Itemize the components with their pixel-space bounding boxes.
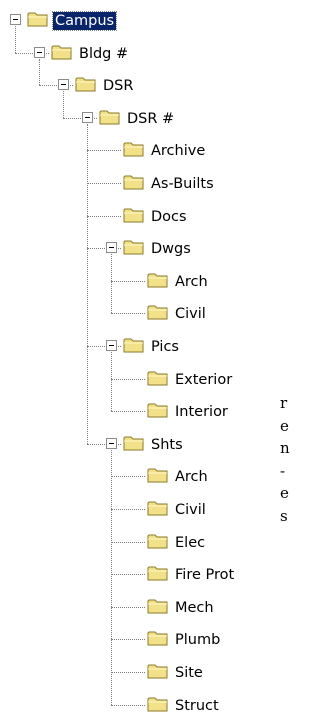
collapse-icon[interactable] bbox=[10, 14, 21, 25]
tree-node-dsr[interactable]: DSR bbox=[58, 72, 178, 100]
tree-node-campus[interactable]: Campus bbox=[10, 7, 130, 35]
tree-node-label: Pics bbox=[151, 339, 179, 355]
tree-node-label: Arch bbox=[175, 469, 208, 486]
collapse-icon[interactable] bbox=[34, 46, 45, 58]
tree-node-plumb[interactable]: Plumb bbox=[130, 626, 250, 654]
tree-node-fire-prot[interactable]: Fire Prot bbox=[130, 561, 250, 589]
tree-node-label: Fire Prot bbox=[175, 567, 235, 584]
tree-node-dsr[interactable]: DSR # bbox=[82, 105, 202, 133]
tree-node-mech[interactable]: Mech bbox=[130, 594, 250, 622]
cropped-side-text: ren-es bbox=[280, 392, 292, 527]
tree-node-elec[interactable]: Elec bbox=[130, 529, 250, 557]
tree-node-label: Site bbox=[175, 665, 203, 681]
side-text-fragment: s bbox=[280, 506, 288, 525]
tree-node-arch[interactable]: Arch bbox=[130, 268, 250, 296]
tree-node-label: Bldg # bbox=[79, 45, 129, 62]
side-text-fragment: n bbox=[280, 439, 290, 457]
collapse-icon[interactable] bbox=[82, 111, 93, 123]
tree-node-label: Arch bbox=[175, 273, 208, 290]
tree-node-label: Docs bbox=[151, 208, 187, 225]
side-text-fragment: e bbox=[280, 484, 289, 502]
tree-node-label: As-Builts bbox=[151, 176, 214, 192]
tree-connector-line bbox=[87, 123, 88, 444]
tree-node-label: Exterior bbox=[175, 371, 233, 388]
folder-tree: Campus Bldg # DSR DSR # Archive As-Builts Docs… bbox=[0, 0, 292, 715]
tree-node-label: Civil bbox=[175, 502, 206, 518]
tree-node-civil[interactable]: Civil bbox=[130, 300, 250, 328]
tree-node-as-builts[interactable]: As-Builts bbox=[106, 170, 226, 198]
tree-node-label: Campus bbox=[51, 11, 118, 31]
tree-node-label: Dwgs bbox=[151, 241, 191, 258]
tree-node-arch[interactable]: Arch bbox=[130, 463, 250, 491]
tree-node-label: DSR # bbox=[127, 110, 175, 127]
tree-node-label: Civil bbox=[175, 306, 206, 323]
tree-node-docs[interactable]: Docs bbox=[106, 203, 226, 231]
tree-node-site[interactable]: Site bbox=[130, 659, 250, 687]
tree-node-label: Shts bbox=[151, 436, 183, 453]
side-text-fragment: e bbox=[280, 416, 289, 435]
tree-node-struct[interactable]: Struct bbox=[130, 692, 250, 720]
tree-node-label: Archive bbox=[151, 143, 206, 160]
tree-node-pics[interactable]: Pics bbox=[106, 333, 226, 361]
tree-node-exterior[interactable]: Exterior bbox=[130, 366, 250, 394]
side-text-fragment: r bbox=[280, 394, 288, 412]
side-text-fragment: - bbox=[280, 461, 286, 480]
collapse-icon[interactable] bbox=[106, 437, 117, 449]
tree-node-archive[interactable]: Archive bbox=[106, 137, 226, 165]
tree-node-interior[interactable]: Interior bbox=[130, 398, 250, 426]
tree-node-dwgs[interactable]: Dwgs bbox=[106, 235, 226, 263]
tree-node-label: Plumb bbox=[175, 632, 221, 649]
collapse-icon[interactable] bbox=[106, 242, 117, 254]
tree-node-shts[interactable]: Shts bbox=[106, 431, 226, 459]
tree-node-civil[interactable]: Civil bbox=[130, 496, 250, 524]
tree-node-label: Struct bbox=[175, 697, 219, 714]
tree-node-label: Mech bbox=[175, 599, 214, 616]
tree-node-label: Elec bbox=[175, 534, 206, 551]
collapse-icon[interactable] bbox=[58, 79, 69, 91]
collapse-icon[interactable] bbox=[106, 340, 117, 351]
tree-node-bldg[interactable]: Bldg # bbox=[34, 40, 154, 68]
tree-node-label: Interior bbox=[175, 404, 228, 421]
tree-connector-line bbox=[111, 449, 112, 705]
tree-node-label: DSR bbox=[103, 78, 134, 95]
